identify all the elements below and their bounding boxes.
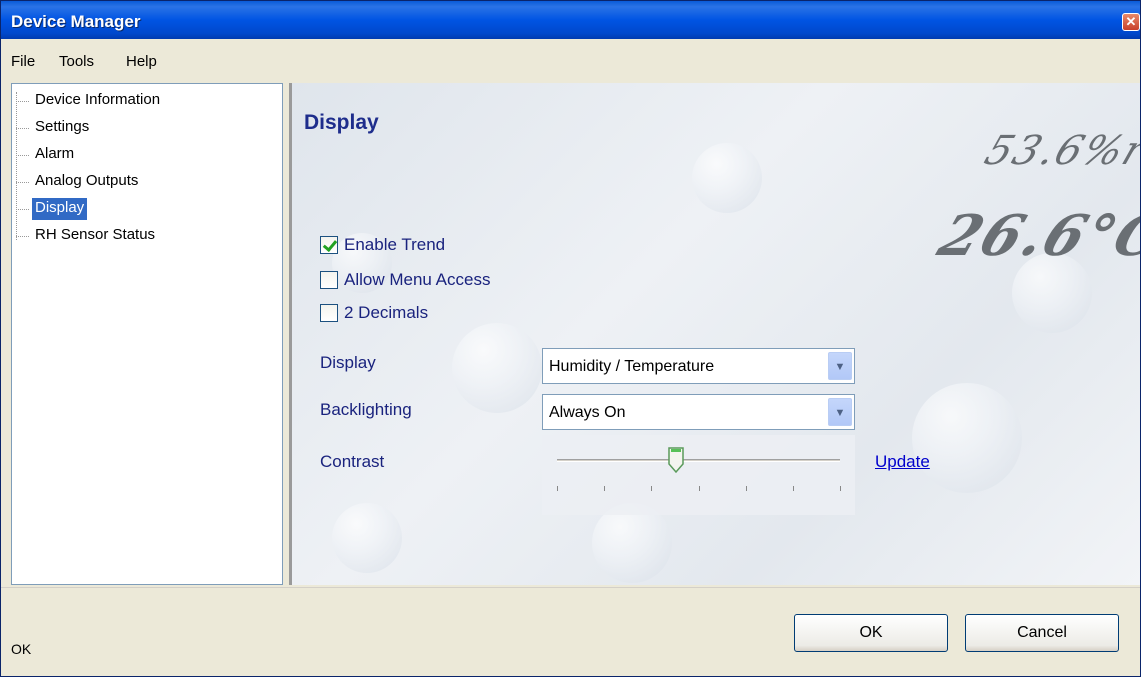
slider-tick xyxy=(840,486,841,491)
menu-file[interactable]: File xyxy=(11,53,35,70)
enable-trend-label: Enable Trend xyxy=(344,235,446,254)
enable-trend-checkbox[interactable]: Enable Trend xyxy=(320,233,445,257)
menu-help[interactable]: Help xyxy=(126,53,157,70)
close-button[interactable]: ✕ xyxy=(1122,13,1140,31)
backlighting-label: Backlighting xyxy=(320,400,412,419)
tree-item-alarm[interactable]: Alarm xyxy=(15,144,77,166)
status-text: OK xyxy=(11,641,32,657)
slider-tick xyxy=(698,486,700,491)
display-select-value: Humidity / Temperature xyxy=(549,358,715,375)
tree-item-settings[interactable]: Settings xyxy=(15,117,92,139)
allow-menu-access-label: Allow Menu Access xyxy=(344,270,491,289)
ok-button[interactable]: OK xyxy=(794,614,948,652)
display-settings-panel: 53.6%rh 26.6°C Display Enable Trend Allo… xyxy=(289,83,1141,585)
menu-tools[interactable]: Tools xyxy=(59,53,94,70)
allow-menu-access-checkbox[interactable]: Allow Menu Access xyxy=(320,268,490,292)
checkmark-icon xyxy=(320,236,338,254)
two-decimals-label: 2 Decimals xyxy=(344,303,429,322)
contrast-slider[interactable] xyxy=(542,435,855,515)
panel-title: Display xyxy=(304,111,379,134)
tree-item-device-information[interactable]: Device Information xyxy=(15,90,163,112)
slider-tick xyxy=(604,486,606,491)
tree-item-rh-sensor-status[interactable]: RH Sensor Status xyxy=(15,225,158,247)
close-icon: ✕ xyxy=(1125,14,1137,29)
title-bar: Device Manager ✕ xyxy=(1,1,1140,39)
background-droplet xyxy=(452,323,542,413)
backlighting-select-value: Always On xyxy=(549,404,626,421)
slider-tick xyxy=(792,486,794,491)
display-select[interactable]: Humidity / Temperature ▼ xyxy=(542,348,855,384)
cancel-button[interactable]: Cancel xyxy=(965,614,1119,652)
checkbox-box-icon xyxy=(320,304,338,322)
background-droplet xyxy=(912,383,1022,493)
slider-tick xyxy=(651,486,653,491)
tree-connector-line xyxy=(16,92,17,240)
chevron-down-icon[interactable]: ▼ xyxy=(828,398,852,426)
slider-tick xyxy=(745,486,747,491)
tree-item-analog-outputs[interactable]: Analog Outputs xyxy=(15,171,141,193)
window-title: Device Manager xyxy=(11,12,141,31)
display-label: Display xyxy=(320,353,376,372)
lcd-humidity-graphic: 53.6%rh xyxy=(978,128,1141,174)
device-manager-window: Device Manager ✕ File Tools Help Device … xyxy=(0,0,1141,677)
backlighting-select[interactable]: Always On ▼ xyxy=(542,394,855,430)
slider-track xyxy=(557,459,840,462)
background-droplet xyxy=(692,143,762,213)
two-decimals-checkbox[interactable]: 2 Decimals xyxy=(320,301,428,325)
contrast-label: Contrast xyxy=(320,452,385,471)
lcd-temperature-graphic: 26.6°C xyxy=(929,203,1141,269)
tree-item-display[interactable]: Display xyxy=(15,198,88,220)
checkbox-box-icon xyxy=(320,271,338,289)
slider-thumb-icon[interactable] xyxy=(668,447,684,473)
slider-tick xyxy=(557,486,558,491)
update-link[interactable]: Update xyxy=(875,452,930,472)
navigation-tree: Device Information Settings Alarm Analog… xyxy=(11,83,283,585)
background-droplet xyxy=(332,503,402,573)
menu-bar: File Tools Help xyxy=(1,39,1140,81)
background-droplet xyxy=(592,503,672,583)
chevron-down-icon[interactable]: ▼ xyxy=(828,352,852,380)
